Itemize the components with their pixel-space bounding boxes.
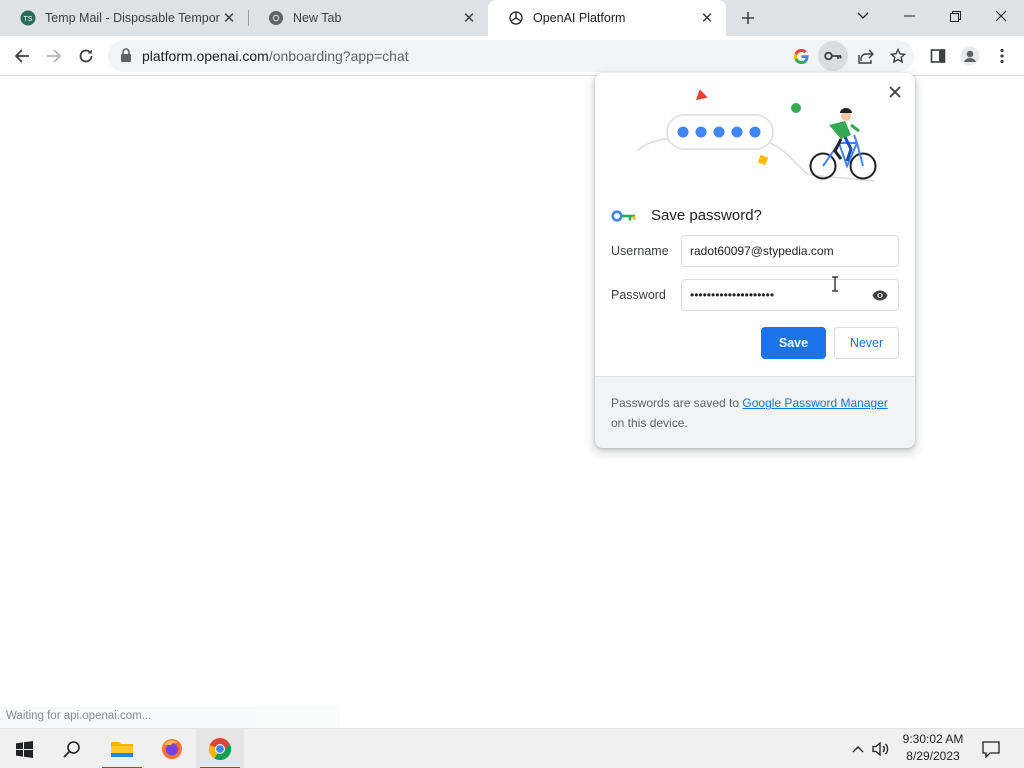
tab-title: New Tab bbox=[293, 11, 342, 25]
windows-taskbar: 9:30:02 AM 8/29/2023 bbox=[0, 728, 1024, 768]
address-bar[interactable]: platform.openai.com/onboarding?app=chat bbox=[108, 40, 914, 72]
google-lens-icon[interactable] bbox=[789, 44, 813, 68]
restore-button[interactable] bbox=[932, 0, 978, 32]
password-manager-link[interactable]: Google Password Manager bbox=[742, 396, 887, 410]
never-button[interactable]: Never bbox=[834, 327, 899, 359]
close-dialog-button[interactable] bbox=[883, 80, 907, 104]
url-host: platform.openai.com bbox=[142, 48, 269, 64]
clock-date: 8/29/2023 bbox=[906, 749, 960, 763]
tab-search-chevron-icon[interactable] bbox=[840, 0, 886, 32]
browser-toolbar: platform.openai.com/onboarding?app=chat bbox=[0, 36, 1024, 76]
password-illustration bbox=[636, 89, 877, 182]
username-value: radot60097@stypedia.com bbox=[690, 244, 834, 258]
bookmark-star-icon[interactable] bbox=[886, 44, 910, 68]
footer-text-suffix: on this device. bbox=[611, 416, 688, 430]
dialog-heading: Save password? bbox=[611, 207, 762, 224]
dialog-title: Save password? bbox=[651, 207, 762, 224]
openai-icon bbox=[508, 10, 524, 26]
save-password-dialog: Save password? Username radot60097@stype… bbox=[595, 73, 915, 448]
profile-avatar-icon[interactable] bbox=[958, 44, 982, 68]
password-value: •••••••••••••••••••• bbox=[690, 288, 775, 302]
show-password-eye-icon[interactable] bbox=[870, 285, 890, 305]
save-button[interactable]: Save bbox=[761, 327, 826, 359]
chrome-icon bbox=[208, 738, 232, 761]
url-text[interactable]: platform.openai.com/onboarding?app=chat bbox=[142, 48, 409, 64]
tab-close-icon[interactable]: ✕ bbox=[460, 9, 478, 27]
footer-text-prefix: Passwords are saved to bbox=[611, 396, 743, 410]
action-center-notification-icon[interactable] bbox=[978, 729, 1004, 768]
close-window-button[interactable] bbox=[978, 0, 1024, 32]
tab-strip: TS Temp Mail - Disposable Tempora ✕ New … bbox=[0, 0, 1024, 36]
new-tab-button[interactable] bbox=[736, 6, 760, 30]
minimize-button[interactable] bbox=[886, 0, 932, 32]
share-icon[interactable] bbox=[854, 44, 878, 68]
tab-temp-mail[interactable]: TS Temp Mail - Disposable Tempora ✕ bbox=[0, 0, 248, 36]
username-label: Username bbox=[611, 244, 669, 258]
firefox-button[interactable] bbox=[148, 729, 196, 768]
chrome-icon bbox=[268, 10, 284, 26]
key-icon bbox=[611, 209, 636, 222]
svg-text:TS: TS bbox=[24, 16, 33, 23]
tempmail-icon: TS bbox=[20, 10, 36, 26]
lock-icon[interactable] bbox=[120, 48, 134, 64]
start-button[interactable] bbox=[0, 729, 48, 768]
firefox-icon bbox=[162, 739, 182, 759]
show-hidden-icons-chevron-icon[interactable] bbox=[848, 729, 868, 768]
text-cursor-icon bbox=[832, 276, 838, 292]
volume-icon[interactable] bbox=[870, 729, 892, 768]
status-bubble: Waiting for api.openai.com... bbox=[0, 707, 340, 728]
password-key-icon[interactable] bbox=[818, 41, 848, 71]
tab-title: Temp Mail - Disposable Tempora bbox=[45, 11, 220, 25]
system-clock[interactable]: 9:30:02 AM 8/29/2023 bbox=[892, 731, 974, 767]
chrome-menu-icon[interactable] bbox=[990, 44, 1014, 68]
tab-close-icon[interactable]: ✕ bbox=[220, 9, 238, 27]
tab-title: OpenAI Platform bbox=[533, 11, 626, 25]
url-path: /onboarding?app=chat bbox=[268, 48, 409, 64]
password-field[interactable]: •••••••••••••••••••• bbox=[681, 279, 899, 311]
search-button[interactable] bbox=[48, 729, 96, 768]
forward-button[interactable] bbox=[40, 42, 68, 70]
password-label: Password bbox=[611, 288, 666, 302]
back-button[interactable] bbox=[8, 42, 36, 70]
file-explorer-icon bbox=[111, 742, 133, 757]
chrome-taskbar-button[interactable] bbox=[196, 729, 244, 768]
reload-button[interactable] bbox=[72, 42, 100, 70]
dialog-footer: Passwords are saved to Google Password M… bbox=[595, 376, 915, 448]
file-explorer-button[interactable] bbox=[98, 729, 146, 768]
tab-openai-platform[interactable]: OpenAI Platform ✕ bbox=[488, 0, 726, 36]
windows-logo-icon bbox=[15, 740, 33, 758]
username-field[interactable]: radot60097@stypedia.com bbox=[681, 235, 899, 267]
search-icon bbox=[63, 741, 80, 758]
tab-new-tab[interactable]: New Tab ✕ bbox=[248, 0, 488, 36]
tab-close-icon[interactable]: ✕ bbox=[698, 9, 716, 27]
side-panel-icon[interactable] bbox=[926, 44, 950, 68]
clock-time: 9:30:02 AM bbox=[902, 732, 964, 746]
